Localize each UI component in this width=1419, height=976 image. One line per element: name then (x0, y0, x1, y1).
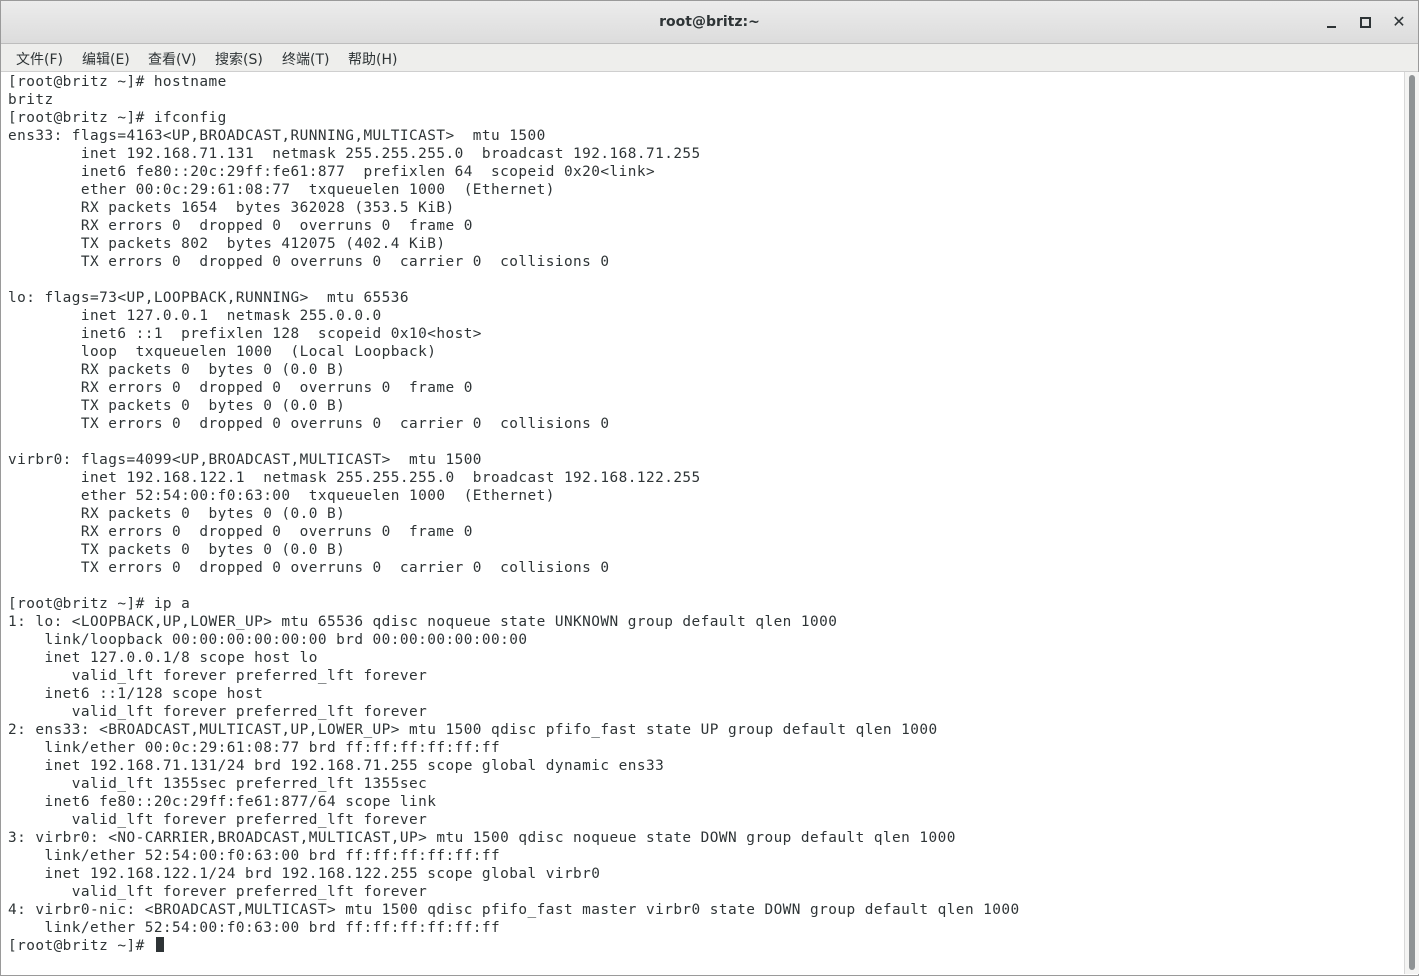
terminal-line: inet6 fe80::20c:29ff:fe61:877/64 scope l… (8, 794, 437, 810)
terminal-line: valid_lft 1355sec preferred_lft 1355sec (8, 776, 428, 792)
terminal-line: ens33: flags=4163<UP,BROADCAST,RUNNING,M… (8, 128, 546, 144)
terminal-line: inet 192.168.122.1/24 brd 192.168.122.25… (8, 866, 601, 882)
terminal-line: RX packets 0 bytes 0 (0.0 B) (8, 362, 346, 378)
terminal-line: inet 192.168.71.131/24 brd 192.168.71.25… (8, 758, 665, 774)
text-cursor (155, 937, 164, 952)
terminal-line: inet6 ::1 prefixlen 128 scopeid 0x10<hos… (8, 326, 482, 342)
terminal-line: inet 192.168.71.131 netmask 255.255.255.… (8, 146, 701, 162)
terminal-line: valid_lft forever preferred_lft forever (8, 704, 428, 720)
terminal-line: 3: virbr0: <NO-CARRIER,BROADCAST,MULTICA… (8, 830, 956, 846)
close-icon: ✕ (1392, 12, 1406, 31)
terminal-line: TX errors 0 dropped 0 overruns 0 carrier… (8, 254, 610, 270)
vertical-scrollbar[interactable] (1404, 72, 1419, 974)
menu-edit[interactable]: 编辑(E) (82, 48, 130, 70)
terminal-line: ether 52:54:00:f0:63:00 txqueuelen 1000 … (8, 488, 555, 504)
terminal-line: 1: lo: <LOOPBACK,UP,LOWER_UP> mtu 65536 … (8, 614, 838, 630)
minimize-icon (1326, 25, 1336, 28)
terminal-line: 4: virbr0-nic: <BROADCAST,MULTICAST> mtu… (8, 902, 1020, 918)
terminal-line: valid_lft forever preferred_lft forever (8, 884, 428, 900)
terminal-line: inet 127.0.0.1 netmask 255.0.0.0 (8, 308, 382, 324)
terminal-window: root@britz:~ ✕ 文件(F) 编辑(E) 查看(V) 搜索(S) 终… (0, 0, 1419, 976)
terminal-line: virbr0: flags=4099<UP,BROADCAST,MULTICAS… (8, 452, 482, 468)
terminal-line: inet 127.0.0.1/8 scope host lo (8, 650, 318, 666)
terminal-line: inet 192.168.122.1 netmask 255.255.255.0… (8, 470, 701, 486)
menu-search[interactable]: 搜索(S) (215, 48, 263, 70)
terminal-line: link/ether 00:0c:29:61:08:77 brd ff:ff:f… (8, 740, 501, 756)
maximize-icon (1359, 16, 1371, 28)
terminal-line: link/ether 52:54:00:f0:63:00 brd ff:ff:f… (8, 920, 501, 936)
terminal-line: TX packets 0 bytes 0 (0.0 B) (8, 398, 346, 414)
terminal-line: TX packets 0 bytes 0 (0.0 B) (8, 542, 346, 558)
close-button[interactable]: ✕ (1388, 11, 1410, 33)
terminal-line: TX errors 0 dropped 0 overruns 0 carrier… (8, 416, 610, 432)
terminal-line: loop txqueuelen 1000 (Local Loopback) (8, 344, 437, 360)
terminal-line: lo: flags=73<UP,LOOPBACK,RUNNING> mtu 65… (8, 290, 410, 306)
window-title: root@britz:~ (659, 14, 760, 30)
terminal-line: valid_lft forever preferred_lft forever (8, 668, 428, 684)
menu-file[interactable]: 文件(F) (16, 48, 63, 70)
terminal-prompt-line[interactable]: [root@britz ~]# (8, 937, 164, 955)
scrollbar-thumb[interactable] (1409, 75, 1415, 970)
terminal-line: inet6 fe80::20c:29ff:fe61:877 prefixlen … (8, 164, 656, 180)
minimize-button[interactable] (1320, 11, 1342, 33)
terminal-prompt: [root@britz ~]# (8, 938, 154, 954)
terminal-line: valid_lft forever preferred_lft forever (8, 812, 428, 828)
terminal-output[interactable]: [root@britz ~]# hostname britz [root@bri… (1, 72, 1403, 974)
maximize-button[interactable] (1354, 11, 1376, 33)
terminal-line: RX packets 1654 bytes 362028 (353.5 KiB) (8, 200, 455, 216)
terminal-line: RX errors 0 dropped 0 overruns 0 frame 0 (8, 524, 473, 540)
terminal-line: [root@britz ~]# ip a (8, 596, 191, 612)
menu-help[interactable]: 帮助(H) (348, 48, 397, 70)
terminal-line: britz (8, 92, 54, 108)
terminal-line: RX errors 0 dropped 0 overruns 0 frame 0 (8, 218, 473, 234)
terminal-line: link/ether 52:54:00:f0:63:00 brd ff:ff:f… (8, 848, 501, 864)
title-bar[interactable]: root@britz:~ ✕ (1, 1, 1418, 44)
terminal-line: TX errors 0 dropped 0 overruns 0 carrier… (8, 560, 610, 576)
terminal-line: [root@britz ~]# ifconfig (8, 110, 227, 126)
menu-terminal[interactable]: 终端(T) (282, 48, 329, 70)
terminal-line: RX errors 0 dropped 0 overruns 0 frame 0 (8, 380, 473, 396)
terminal-line: RX packets 0 bytes 0 (0.0 B) (8, 506, 346, 522)
terminal-line: link/loopback 00:00:00:00:00:00 brd 00:0… (8, 632, 528, 648)
terminal-line: ether 00:0c:29:61:08:77 txqueuelen 1000 … (8, 182, 555, 198)
menu-bar: 文件(F) 编辑(E) 查看(V) 搜索(S) 终端(T) 帮助(H) (1, 44, 1418, 72)
terminal-line: 2: ens33: <BROADCAST,MULTICAST,UP,LOWER_… (8, 722, 938, 738)
terminal-line: [root@britz ~]# hostname (8, 74, 227, 90)
terminal-line: inet6 ::1/128 scope host (8, 686, 264, 702)
menu-view[interactable]: 查看(V) (148, 48, 197, 70)
terminal-line: TX packets 802 bytes 412075 (402.4 KiB) (8, 236, 446, 252)
